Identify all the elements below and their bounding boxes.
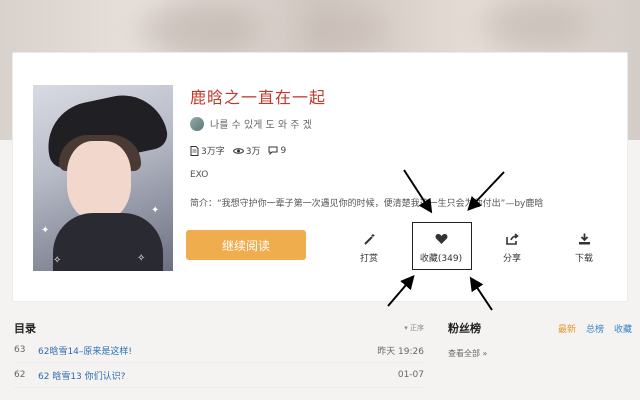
toc-row[interactable]: 62 62 晗雪13 你们认识? 01-07 [14, 363, 424, 388]
reward-button[interactable]: 打赏 [344, 232, 394, 264]
chapter-link[interactable]: 62晗雪14–原来是这样! [38, 344, 374, 357]
magic-wand-icon [362, 232, 376, 246]
comment-count[interactable]: 9 [268, 144, 286, 157]
chapter-link[interactable]: 62 晗雪13 你们认识? [38, 369, 374, 382]
fans-title: 粉丝榜 [448, 322, 481, 335]
book-intro: 简介：“我想守护你一辈子第一次遇见你的时候，便清楚我这一生只会为你付出”—by鹿… [190, 199, 544, 209]
share-icon [505, 232, 519, 246]
book-stats: 3万字 3万 9 [190, 144, 286, 157]
book-title: 鹿晗之一直在一起 [190, 88, 327, 107]
book-tag[interactable]: EXO [190, 170, 208, 180]
share-button[interactable]: 分享 [487, 232, 537, 264]
table-of-contents: 目录 ▾ 正序 63 62晗雪14–原来是这样! 昨天 19:26 62 62 … [14, 318, 424, 388]
document-icon [190, 145, 199, 156]
sort-arrow-icon: ▾ [404, 324, 408, 332]
download-button[interactable]: 下载 [559, 232, 609, 264]
fans-tab-collect[interactable]: 收藏 [614, 322, 632, 335]
toc-row[interactable]: 63 62晗雪14–原来是这样! 昨天 19:26 [14, 338, 424, 363]
book-cover-image[interactable]: ✦ ✦ ✧ ✧ [33, 85, 173, 271]
eye-icon [232, 147, 244, 154]
fans-ranking: 粉丝榜 最新 总榜 收藏 查看全部 » [448, 318, 632, 359]
fans-tab-total[interactable]: 总榜 [586, 322, 604, 335]
author-avatar[interactable] [190, 116, 204, 131]
toc-title: 目录 [14, 322, 36, 335]
download-icon [577, 232, 591, 246]
word-count: 3万字 [190, 144, 225, 157]
fans-tab-latest[interactable]: 最新 [558, 322, 576, 335]
author-name[interactable]: 나를 수 있게 도 와 주 겠 [210, 116, 312, 131]
continue-reading-button[interactable]: 继续阅读 [186, 230, 306, 260]
toc-sort-toggle[interactable]: ▾ 正序 [404, 323, 424, 333]
comment-icon [268, 146, 278, 155]
author-row[interactable]: 나를 수 있게 도 와 주 겠 [190, 116, 312, 131]
view-count: 3万 [232, 144, 260, 157]
view-all-link[interactable]: 查看全部 » [448, 348, 632, 359]
collect-highlight-box [412, 222, 472, 270]
